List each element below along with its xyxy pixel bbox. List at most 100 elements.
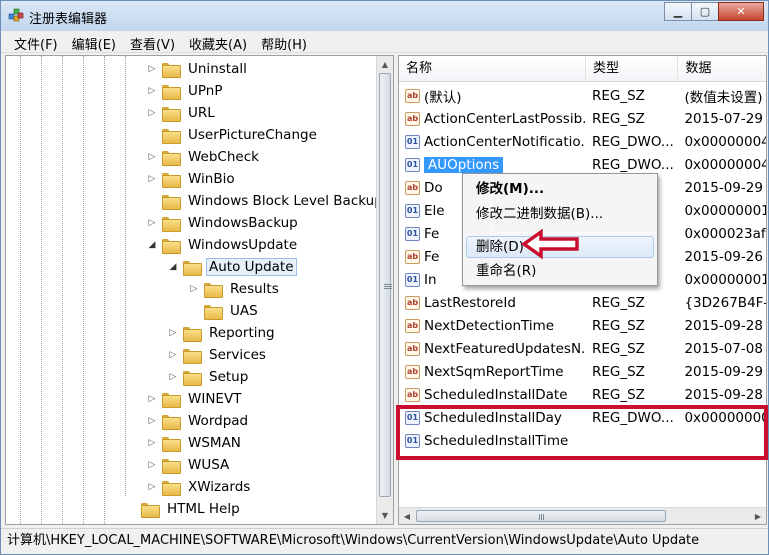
expand-arrow-icon[interactable]: ▷ [167,328,179,338]
tree-guide-line [62,56,63,524]
value-row[interactable]: ab NextDetectionTime REG_SZ 2015-09-28 [399,314,766,337]
expand-arrow-icon[interactable]: ▷ [146,460,158,470]
value-row[interactable]: ab (默认) REG_SZ (数值未设置) [399,84,766,107]
string-value-icon: ab [405,341,420,356]
collapse-arrow-icon[interactable]: ◢ [146,240,158,250]
title-bar: 注册表编辑器 ▁ ▢ ✕ [1,1,768,31]
tree-item-services[interactable]: ▷ Services [167,344,269,366]
window-title: 注册表编辑器 [29,12,108,27]
column-header-type[interactable]: 类型 [586,56,679,82]
value-row[interactable]: ab NextSqmReportTime REG_SZ 2015-09-29 [399,360,766,383]
maximize-button[interactable]: ▢ [691,2,719,21]
expand-arrow-icon[interactable]: ▷ [146,152,158,162]
expand-arrow-icon[interactable]: ▷ [146,108,158,118]
context-menu-rename[interactable]: 重命名(R) [466,260,654,282]
folder-open-icon [183,260,202,276]
tree-vertical-scrollbar[interactable]: ▲ ▼ [376,56,393,524]
status-bar-path: 计算机\HKEY_LOCAL_MACHINE\SOFTWARE\Microsof… [1,528,768,554]
value-data: 0x00000004 [684,156,767,173]
expand-arrow-icon[interactable]: ▷ [146,64,158,74]
tree-item-windows-block-level-backup[interactable]: Windows Block Level Backup [146,190,386,212]
tree-item-uninstall[interactable]: ▷ Uninstall [146,58,250,80]
menu-favorites[interactable]: 收藏夹(A) [182,31,254,53]
scroll-left-arrow-icon[interactable]: ◀ [399,508,415,524]
value-name: AUOptions [424,156,504,173]
expand-arrow-icon[interactable]: ▷ [146,218,158,228]
grip-icon [539,514,540,520]
tree-item-reporting[interactable]: ▷ Reporting [167,322,278,344]
value-data: 0x000023af [684,225,766,242]
column-header-data[interactable]: 数据 [678,56,766,82]
expand-arrow-icon[interactable]: ▷ [146,394,158,404]
minimize-button[interactable]: ▁ [664,2,692,21]
tree-item-setup[interactable]: ▷ Setup [167,366,251,388]
scroll-down-arrow-icon[interactable]: ▼ [377,507,393,524]
expand-arrow-icon[interactable]: ▷ [167,372,179,382]
expand-arrow-icon[interactable]: ▷ [188,284,200,294]
scroll-right-arrow-icon[interactable]: ▶ [750,508,766,524]
list-horizontal-scrollbar[interactable]: ◀ ▶ [399,507,766,524]
tree-item-xwizards[interactable]: ▷ XWizards [146,476,253,498]
context-menu-modify[interactable]: 修改(M)... [466,178,654,200]
value-data: 2015-09-28 [684,386,763,403]
close-icon: ✕ [736,5,746,18]
menu-edit[interactable]: 编辑(E) [65,31,123,53]
tree-item-label: Uninstall [188,61,247,77]
string-value-icon: ab [405,249,420,264]
tree-item-label: XWizards [188,479,251,495]
tree-item-windowsupdate[interactable]: ◢ WindowsUpdate [146,234,300,256]
folder-icon [183,348,202,364]
expand-arrow-icon[interactable]: ▷ [146,438,158,448]
menu-file[interactable]: 文件(F) [7,31,65,53]
tree-item-auto-update[interactable]: ◢ Auto Update [167,256,297,278]
tree-item-upnp[interactable]: ▷ UPnP [146,80,225,102]
registry-key-tree[interactable]: ▷ Uninstall ▷ UPnP ▷ URL UserPictureChan… [5,55,394,525]
tree-item-wusa[interactable]: ▷ WUSA [146,454,232,476]
value-row[interactable]: 01 ActionCenterNotificatio... REG_DWO... … [399,130,766,153]
tree-item-label: Wordpad [188,413,249,429]
tree-item-url[interactable]: ▷ URL [146,102,218,124]
tree-item-label: WindowsBackup [188,215,298,231]
expand-arrow-icon[interactable]: ▷ [146,482,158,492]
tree-item-wordpad[interactable]: ▷ Wordpad [146,410,251,432]
value-data: 2015-07-29 [684,110,763,127]
tree-item-label: Services [209,347,266,363]
menu-view[interactable]: 查看(V) [123,31,182,53]
tree-item-uas[interactable]: UAS [188,300,261,322]
folder-icon [162,172,181,188]
value-row[interactable]: ab LastRestoreId REG_SZ {3D267B4F-4 [399,291,766,314]
scrollbar-thumb[interactable] [379,73,392,497]
tree-item-userpicturechange[interactable]: UserPictureChange [146,124,320,146]
context-menu-modify-binary[interactable]: 修改二进制数据(B)... [466,203,654,225]
column-header-name[interactable]: 名称 [399,56,586,82]
scrollbar-thumb[interactable] [416,510,666,522]
value-data: 0x00000001 [684,202,767,219]
tree-item-results[interactable]: ▷ Results [188,278,282,300]
scroll-up-arrow-icon[interactable]: ▲ [377,56,393,73]
value-row[interactable]: ab ActionCenterLastPossib... REG_SZ 2015-… [399,107,766,130]
folder-icon [204,282,223,298]
folder-icon [162,62,181,78]
string-value-icon: ab [405,111,420,126]
close-button[interactable]: ✕ [718,2,764,21]
expand-arrow-icon[interactable]: ▷ [146,416,158,426]
expand-arrow-icon[interactable]: ▷ [167,350,179,360]
tree-item-label: WINEVT [188,391,242,407]
tree-item-html-help[interactable]: HTML Help [125,498,243,520]
tree-item-webcheck[interactable]: ▷ WebCheck [146,146,262,168]
tree-item-wsman[interactable]: ▷ WSMAN [146,432,244,454]
tree-item-winbio[interactable]: ▷ WinBio [146,168,238,190]
value-name: NextFeaturedUpdatesN... [424,340,586,357]
menu-help[interactable]: 帮助(H) [254,31,314,53]
tree-item-winevt[interactable]: ▷ WINEVT [146,388,244,410]
tree-guide-line [125,56,126,496]
tree-item-windowsbackup[interactable]: ▷ WindowsBackup [146,212,301,234]
value-row[interactable]: ab NextFeaturedUpdatesN... REG_SZ 2015-07… [399,337,766,360]
annotation-arrow-icon [521,229,579,259]
expand-arrow-icon[interactable]: ▷ [146,86,158,96]
tree-guide-line [20,56,21,524]
expand-arrow-icon[interactable]: ▷ [146,174,158,184]
value-name: (默认) [424,89,462,106]
collapse-arrow-icon[interactable]: ◢ [167,262,179,272]
value-row[interactable]: ab ScheduledInstallDate REG_SZ 2015-09-28 [399,383,766,406]
